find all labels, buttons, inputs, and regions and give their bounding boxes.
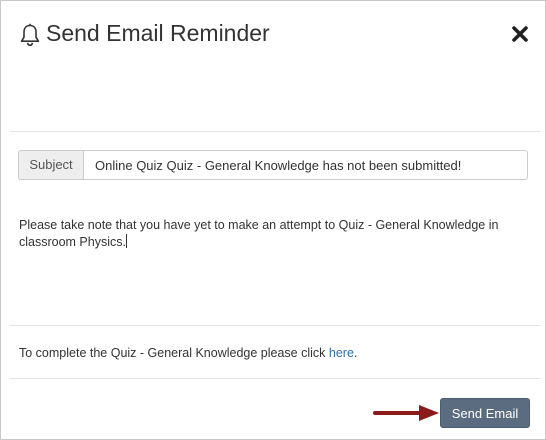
divider-middle [10,325,540,326]
message-body-text: Please take note that you have yet to ma… [19,218,499,249]
modal-title: Send Email Reminder [46,20,270,46]
here-link[interactable]: here [329,346,354,360]
completion-text-prefix: To complete the Quiz - General Knowledge… [19,346,329,360]
message-body-editor[interactable]: Please take note that you have yet to ma… [19,217,525,251]
completion-instructions: To complete the Quiz - General Knowledge… [19,346,357,360]
modal-header: Send Email Reminder [1,1,545,71]
annotation-arrow-icon [373,405,439,421]
subject-input-group: Subject [18,150,528,180]
text-cursor [125,234,127,248]
divider-bottom [10,378,540,379]
send-email-button[interactable]: Send Email [440,398,530,428]
subject-field[interactable] [83,150,528,180]
divider-top [10,131,540,132]
completion-text-suffix: . [353,346,358,360]
bell-icon [20,23,40,47]
send-email-reminder-modal: Send Email Reminder Subject Please take … [0,0,546,440]
subject-label: Subject [18,150,83,180]
close-icon[interactable] [511,25,529,43]
